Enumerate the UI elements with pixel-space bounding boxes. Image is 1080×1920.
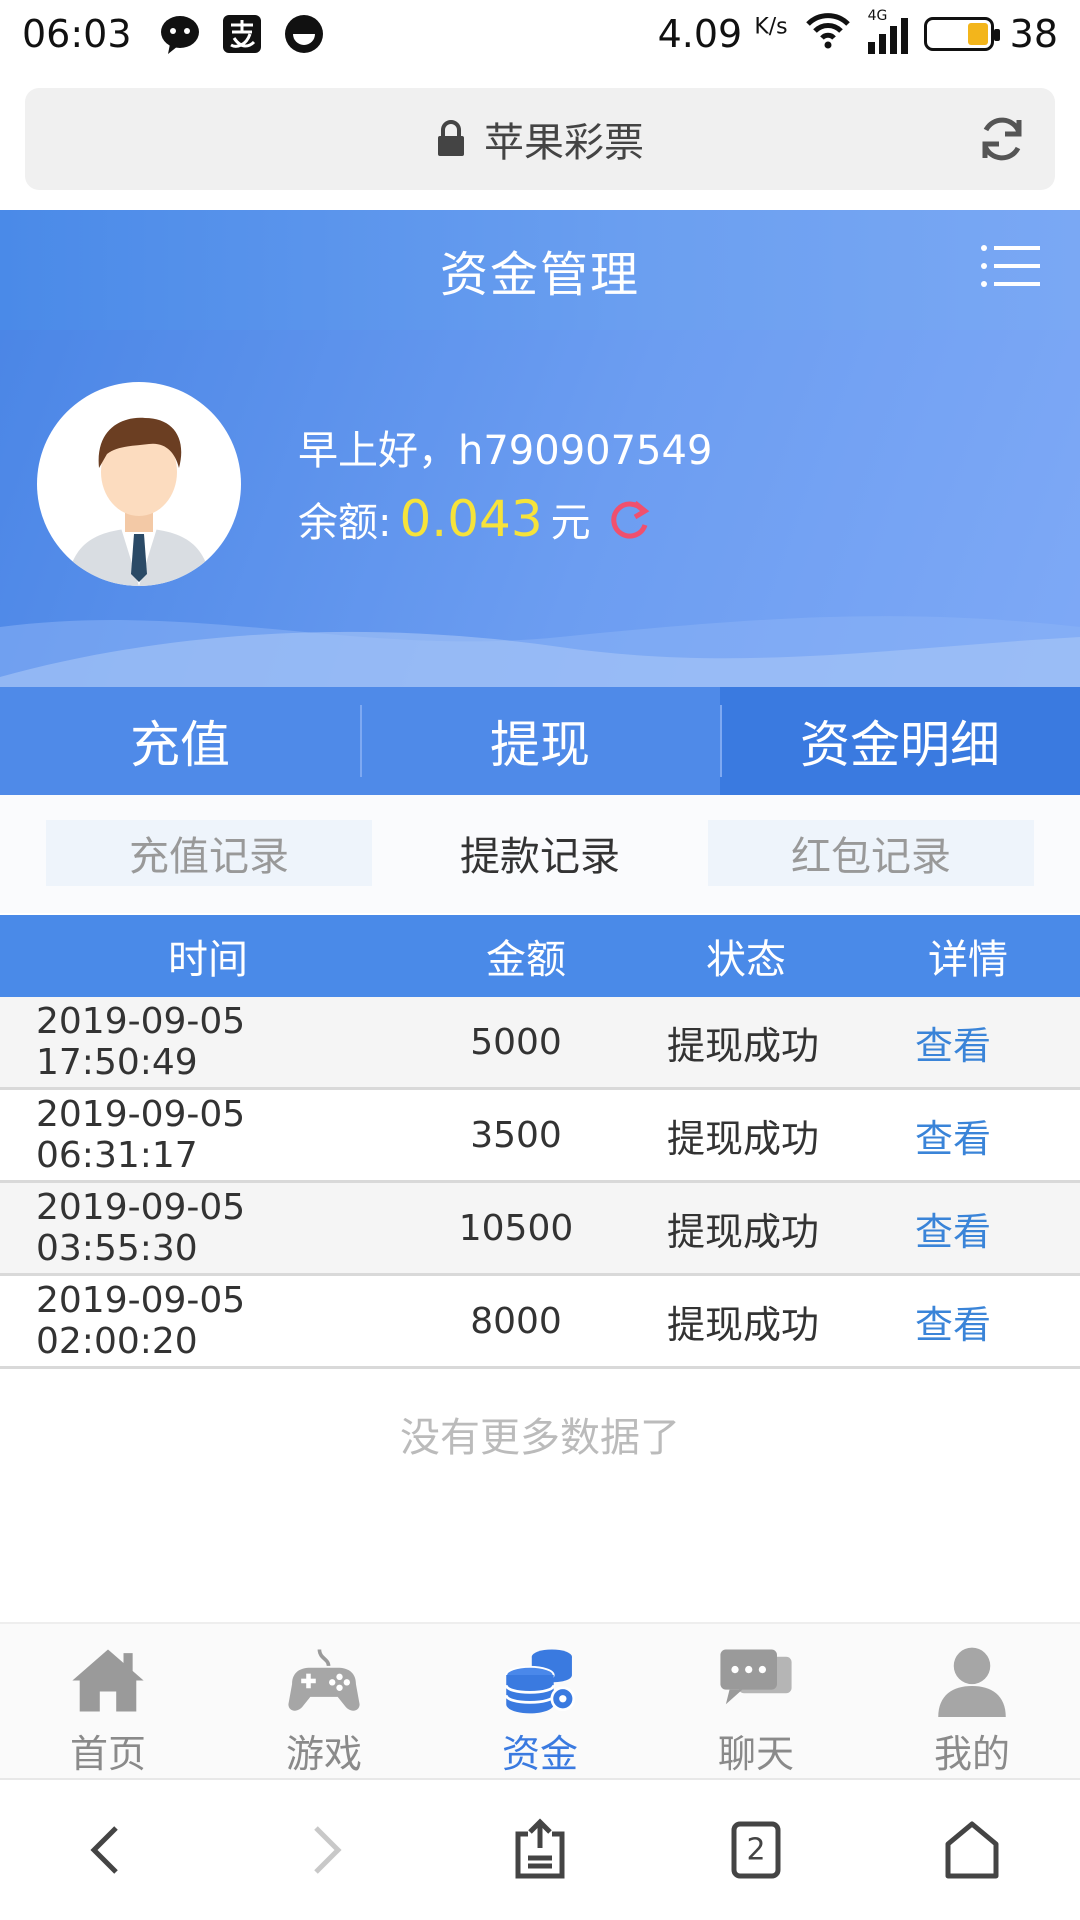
tab-fund-details[interactable]: 资金明细 — [720, 687, 1080, 795]
header-amount: 金额 — [486, 937, 566, 983]
chat-icon — [720, 1649, 792, 1705]
chevron-right-icon — [314, 1826, 342, 1874]
nav-mine-label: 我的 — [933, 1732, 1010, 1776]
row-status: 提现成功 — [666, 1302, 819, 1347]
browser-url-bar: 苹果彩票 — [0, 68, 1080, 210]
nav-home[interactable]: 首页 — [0, 1624, 216, 1778]
user-icon — [938, 1647, 1006, 1717]
refresh-balance-icon[interactable] — [607, 497, 651, 541]
table-header: 时间 金额 状态 详情 — [0, 913, 1080, 997]
view-detail-link[interactable]: 查看 — [856, 1015, 1080, 1070]
browser-home-icon — [945, 1821, 999, 1879]
menu-icon[interactable] — [980, 242, 1040, 290]
gamepad-icon — [288, 1649, 360, 1711]
network-speed: 4.09 K/s — [657, 12, 788, 56]
withdrawal-table: 时间 金额 状态 详情 2019-09-05 17:50:49 5000 提现成… — [0, 913, 1080, 1369]
app-header: 资金管理 — [0, 210, 1080, 330]
chevron-left-icon — [90, 1826, 118, 1874]
table-row: 2019-09-05 17:50:49 5000 提现成功 查看 — [0, 997, 1080, 1090]
no-more-data-note: 没有更多数据了 — [400, 1415, 680, 1461]
avatar — [37, 382, 241, 586]
row-status: 提现成功 — [666, 1023, 819, 1068]
table-row: 2019-09-05 03:55:30 10500 提现成功 查看 — [0, 1183, 1080, 1276]
reload-icon[interactable] — [975, 112, 1029, 166]
balance-unit: 元 — [550, 500, 591, 546]
balance-row: 余额: 0.043 元 — [298, 490, 651, 548]
cellular-signal-icon: 4G — [867, 8, 908, 54]
status-bar: 06:03 4.09 K/s 4G 38 — [0, 0, 1080, 68]
nav-home-label: 首页 — [69, 1732, 146, 1776]
row-time: 2019-09-05 03:55:30 — [36, 1187, 246, 1269]
greeting-text: 早上好，h790907549 — [298, 428, 713, 474]
balance-amount: 0.043 — [399, 490, 543, 548]
record-tabs: 充值记录 提款记录 红包记录 — [0, 795, 1080, 913]
view-detail-link[interactable]: 查看 — [856, 1201, 1080, 1256]
row-status: 提现成功 — [666, 1116, 819, 1161]
header-time: 时间 — [168, 937, 248, 983]
row-amount: 8000 — [470, 1300, 562, 1342]
wechat-icon — [158, 12, 202, 56]
battery-level: 38 — [1009, 12, 1058, 56]
row-time: 2019-09-05 02:00:20 — [36, 1280, 246, 1362]
tab-recharge-records[interactable]: 充值记录 — [46, 820, 372, 886]
back-button[interactable] — [0, 1818, 216, 1882]
profile-banner: 早上好，h790907549 余额: 0.043 元 — [0, 330, 1080, 687]
nav-chat-label: 聊天 — [717, 1732, 794, 1776]
nav-chat[interactable]: 聊天 — [648, 1624, 864, 1778]
coins-icon — [504, 1649, 576, 1714]
lock-icon — [438, 120, 464, 156]
app-bottom-nav: 首页 游戏 资金 聊天 我的 — [0, 1622, 1080, 1778]
view-detail-link[interactable]: 查看 — [856, 1108, 1080, 1163]
status-time: 06:03 — [22, 12, 132, 56]
tab-count: 2 — [746, 1832, 766, 1868]
address-field[interactable]: 苹果彩票 — [25, 88, 1055, 190]
tab-redpacket-records[interactable]: 红包记录 — [708, 820, 1034, 886]
share-icon — [515, 1818, 565, 1879]
row-time: 2019-09-05 06:31:17 — [36, 1094, 246, 1176]
nav-games[interactable]: 游戏 — [216, 1624, 432, 1778]
row-status: 提现成功 — [666, 1209, 819, 1254]
nav-funds-label: 资金 — [501, 1732, 578, 1776]
nav-mine[interactable]: 我的 — [864, 1624, 1080, 1778]
forward-button[interactable] — [216, 1818, 432, 1882]
row-amount: 10500 — [458, 1207, 574, 1249]
header-title: 资金管理 — [439, 247, 640, 303]
wifi-icon — [804, 10, 852, 59]
nav-funds[interactable]: 资金 — [432, 1624, 648, 1778]
nav-games-label: 游戏 — [285, 1732, 362, 1776]
wave-decoration — [0, 616, 1080, 687]
alipay-icon — [220, 12, 264, 56]
balance-label: 余额: — [298, 500, 392, 546]
home-button[interactable] — [864, 1818, 1080, 1882]
row-time: 2019-09-05 17:50:49 — [36, 1001, 246, 1083]
browser-toolbar: 2 — [0, 1778, 1080, 1920]
table-row: 2019-09-05 02:00:20 8000 提现成功 查看 — [0, 1276, 1080, 1369]
tab-withdraw[interactable]: 提现 — [360, 687, 720, 795]
tab-recharge[interactable]: 充值 — [0, 687, 360, 795]
row-amount: 5000 — [470, 1021, 562, 1063]
tab-withdrawal-records[interactable]: 提款记录 — [377, 820, 703, 886]
share-button[interactable] — [432, 1818, 648, 1882]
battery-icon — [923, 17, 1000, 51]
app-notification-icon — [282, 12, 326, 56]
header-status: 状态 — [706, 937, 786, 983]
row-amount: 3500 — [470, 1114, 562, 1156]
page-title: 苹果彩票 — [484, 120, 644, 166]
fund-tabs: 充值 提现 资金明细 — [0, 687, 1080, 795]
tabs-button[interactable]: 2 — [648, 1818, 864, 1882]
view-detail-link[interactable]: 查看 — [856, 1294, 1080, 1349]
table-row: 2019-09-05 06:31:17 3500 提现成功 查看 — [0, 1090, 1080, 1183]
table-body: 2019-09-05 17:50:49 5000 提现成功 查看 2019-09… — [0, 997, 1080, 1369]
header-detail: 详情 — [928, 937, 1008, 983]
home-icon — [72, 1649, 144, 1712]
